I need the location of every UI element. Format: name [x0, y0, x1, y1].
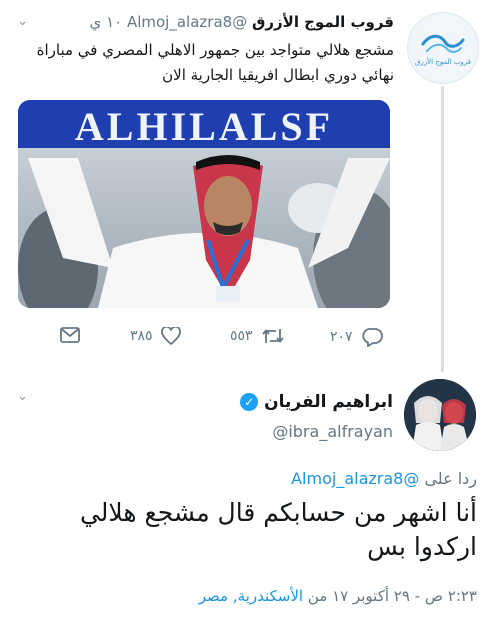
- avatar-photo: [404, 379, 476, 451]
- media-banner: ALHILALSF: [18, 100, 390, 149]
- retweet-icon: [261, 329, 284, 343]
- reply-context: ردا على @Almoj_alazra8: [291, 469, 477, 488]
- fan-illustration: [18, 155, 390, 308]
- reply-button[interactable]: ٢٠٧: [330, 327, 383, 347]
- author-row: ابراهيم الفريان ✓: [240, 392, 393, 412]
- tweet-timestamp[interactable]: ٢:٢٣ ص - ٢٩ أكتوبر ١٧ من: [308, 587, 477, 605]
- avatar-brand-text: قروب الموج الأزرق: [414, 58, 472, 66]
- avatar[interactable]: [404, 379, 476, 451]
- tweet-text: مشجع هلالي متواجد بين جمهور الاهلي المصر…: [36, 41, 394, 84]
- thread-line: [441, 86, 444, 372]
- like-button[interactable]: ٣٨٥: [130, 327, 181, 345]
- mail-icon: [60, 327, 80, 343]
- media-banner-text: ALHILALSF: [74, 104, 334, 149]
- chevron-down-icon[interactable]: ⌄: [17, 14, 28, 29]
- like-count: ٣٨٥: [130, 328, 153, 344]
- tweet-meta: ٢:٢٣ ص - ٢٩ أكتوبر ١٧ من الأسكندرية, مصر: [199, 587, 477, 605]
- reply-prefix: ردا على: [424, 469, 477, 488]
- user-handle[interactable]: @Almoj_alazra8: [127, 13, 247, 31]
- tweet-media[interactable]: ALHILALSF: [18, 100, 390, 308]
- reply-icon: [361, 328, 383, 347]
- wave-logo-icon: [421, 34, 465, 53]
- tweet-text: أنا اشهر من حسابكم قال مشجع هلالي اركدوا…: [79, 498, 477, 561]
- reply-count: ٢٠٧: [330, 329, 353, 345]
- reply-to-handle[interactable]: @Almoj_alazra8: [291, 469, 419, 488]
- retweet-button[interactable]: ٥٥٣: [230, 327, 285, 345]
- chevron-down-icon[interactable]: ⌄: [17, 389, 28, 404]
- display-name[interactable]: قروب الموج الأزرق: [252, 13, 394, 31]
- tweet-location[interactable]: الأسكندرية, مصر: [199, 587, 303, 605]
- tweet-time[interactable]: ١٠ ي: [90, 13, 123, 31]
- verified-badge-icon: ✓: [240, 393, 259, 411]
- tweet-header: قروب الموج الأزرق @Almoj_alazra8 ١٠ ي: [90, 13, 394, 31]
- avatar[interactable]: قروب الموج الأزرق: [407, 12, 479, 84]
- tweet-actions: ٣٨٥ ٥٥٣ ٢٠٧: [60, 327, 395, 353]
- user-handle[interactable]: @ibra_alfrayan: [272, 422, 393, 441]
- heart-icon: [160, 327, 181, 345]
- media-photo: [18, 148, 390, 308]
- retweet-count: ٥٥٣: [230, 328, 253, 344]
- display-name[interactable]: ابراهيم الفريان: [264, 392, 393, 412]
- dm-button[interactable]: [60, 327, 80, 343]
